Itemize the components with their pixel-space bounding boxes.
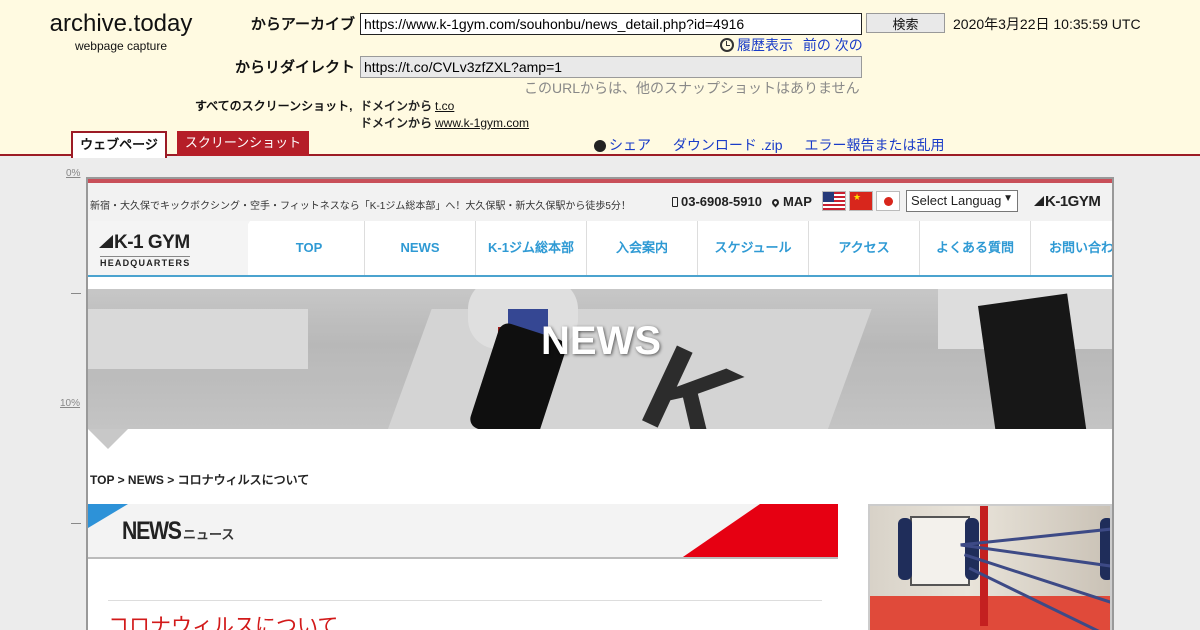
- report-abuse-link[interactable]: エラー報告または乱用: [804, 137, 944, 153]
- gym-photo-shape: [910, 516, 970, 586]
- breadcrumb[interactable]: TOP > NEWS > コロナウィルスについて: [90, 471, 309, 488]
- tab-screenshot[interactable]: スクリーンショット: [177, 131, 309, 156]
- k1-triangle-icon: [99, 235, 113, 248]
- domain-link-k1gym[interactable]: www.k-1gym.com: [435, 116, 529, 130]
- article-title: コロナウィルスについて: [108, 615, 339, 630]
- gym-photo-shape: [870, 596, 1110, 630]
- brand-subtitle: webpage capture: [74, 39, 168, 53]
- us-flag-icon[interactable]: [822, 191, 846, 211]
- language-select-value: Select Languag: [911, 193, 1002, 208]
- map-pin-icon: [770, 197, 781, 208]
- archive-url-input[interactable]: [360, 13, 862, 35]
- archive-brand[interactable]: archive.today webpage capture: [30, 10, 212, 53]
- logo-slant: [216, 221, 250, 275]
- japan-flag-icon[interactable]: [876, 191, 900, 211]
- news-band-subtitle: ニュース: [183, 527, 235, 542]
- hero-banner: K NEWS: [88, 289, 1112, 429]
- logo-headquarters: HEADQUARTERS: [100, 256, 191, 268]
- redirect-url-field[interactable]: [360, 56, 862, 78]
- domain-from-label: ドメインから: [360, 99, 433, 113]
- next-link: 次の: [834, 37, 863, 53]
- nav-access[interactable]: アクセス: [809, 221, 920, 275]
- site-tagline: 新宿・大久保でキックボクシング・空手・フィットネスなら「K-1ジム総本部」へ！大…: [90, 201, 631, 212]
- top-logo-text: K-1GYM: [1045, 193, 1101, 210]
- domain-from-label: ドメインから: [360, 116, 433, 130]
- search-button[interactable]: 検索: [866, 13, 945, 33]
- action-links: シェア ダウンロード .zip エラー報告または乱用: [594, 135, 944, 155]
- snapshot-date: 2020年3月22日 10:35:59 UTC: [953, 16, 1141, 32]
- nav-top[interactable]: TOP: [254, 221, 365, 275]
- archive-header: archive.today webpage capture からアーカイブ 検索…: [0, 0, 1200, 158]
- gym-photo-shape: [898, 518, 912, 580]
- from-archive-label: からアーカイブ: [250, 16, 355, 33]
- divider: [108, 600, 822, 601]
- logo-k1-text: K-1 GYM: [99, 232, 190, 254]
- domain-row-2: ドメインから www.k-1gym.com: [360, 114, 529, 131]
- share-icon: [594, 140, 606, 152]
- nav-contact[interactable]: お問い合わせ: [1031, 221, 1112, 275]
- share-link[interactable]: シェア: [609, 137, 651, 153]
- domain-link-tco[interactable]: t.co: [435, 99, 454, 113]
- redirect-label: からリダイレクト: [234, 59, 355, 76]
- no-other-snapshots-text: このURLからは、他のスナップショットはありません: [524, 80, 860, 96]
- news-band-title: NEWS: [122, 517, 182, 545]
- all-screenshots-label: すべてのスクリーンショット,: [195, 99, 353, 113]
- domain-row-1: ドメインから t.co: [360, 97, 454, 114]
- logo-main-text: K-1 GYM: [114, 232, 190, 253]
- nav-admission[interactable]: 入会案内: [587, 221, 698, 275]
- band-red-accent: [680, 504, 838, 557]
- hero-notch: [88, 429, 128, 449]
- top-logo[interactable]: K-1GYM: [1034, 193, 1101, 210]
- captured-page-frame: 新宿・大久保でキックボクシング・空手・フィットネスなら「K-1ジム総本部」へ！大…: [86, 177, 1114, 630]
- download-zip-link[interactable]: ダウンロード .zip: [673, 137, 783, 153]
- k1-triangle-icon: [1034, 196, 1044, 206]
- history-nav: 履歴表示 前の 次の: [720, 35, 863, 55]
- history-clock-icon: [720, 38, 734, 52]
- phone-icon: [672, 197, 678, 207]
- brand-title[interactable]: archive.today: [30, 10, 212, 38]
- dropdown-arrow-icon: ▼: [1003, 193, 1013, 204]
- china-flag-icon[interactable]: [849, 191, 873, 211]
- nav-schedule[interactable]: スケジュール: [698, 221, 809, 275]
- hero-title: NEWS: [541, 319, 661, 363]
- map-link[interactable]: MAP: [770, 194, 812, 209]
- gym-photo-shape: [980, 506, 988, 626]
- site-topbar: 新宿・大久保でキックボクシング・空手・フィットネスなら「K-1ジム総本部」へ！大…: [88, 179, 1112, 221]
- nav-k1-gym-headquarters[interactable]: K-1ジム総本部: [476, 221, 587, 275]
- nav-faq[interactable]: よくある質問: [920, 221, 1031, 275]
- site-navbar: K-1 GYM HEADQUARTERS TOP NEWS K-1ジム総本部 入…: [88, 221, 1112, 277]
- language-select[interactable]: Select Languag ▼: [906, 190, 1018, 212]
- prev-link[interactable]: 前の: [803, 37, 831, 53]
- history-link[interactable]: 履歴表示: [737, 37, 793, 53]
- news-section-header: NEWS ニュース: [88, 504, 838, 559]
- phone-text: 03-6908-5910: [681, 194, 762, 209]
- ruler-10-percent[interactable]: 10%: [60, 398, 80, 409]
- map-text: MAP: [783, 194, 812, 209]
- ruler-tick: [71, 293, 81, 294]
- ruler-tick: [71, 523, 81, 524]
- phone-number[interactable]: 03-6908-5910: [672, 194, 762, 209]
- tab-webpage[interactable]: ウェブページ: [71, 131, 167, 158]
- sidebar-gym-photo[interactable]: [868, 504, 1112, 630]
- ruler-0-percent[interactable]: 0%: [66, 168, 80, 179]
- nav-news[interactable]: NEWS: [365, 221, 476, 275]
